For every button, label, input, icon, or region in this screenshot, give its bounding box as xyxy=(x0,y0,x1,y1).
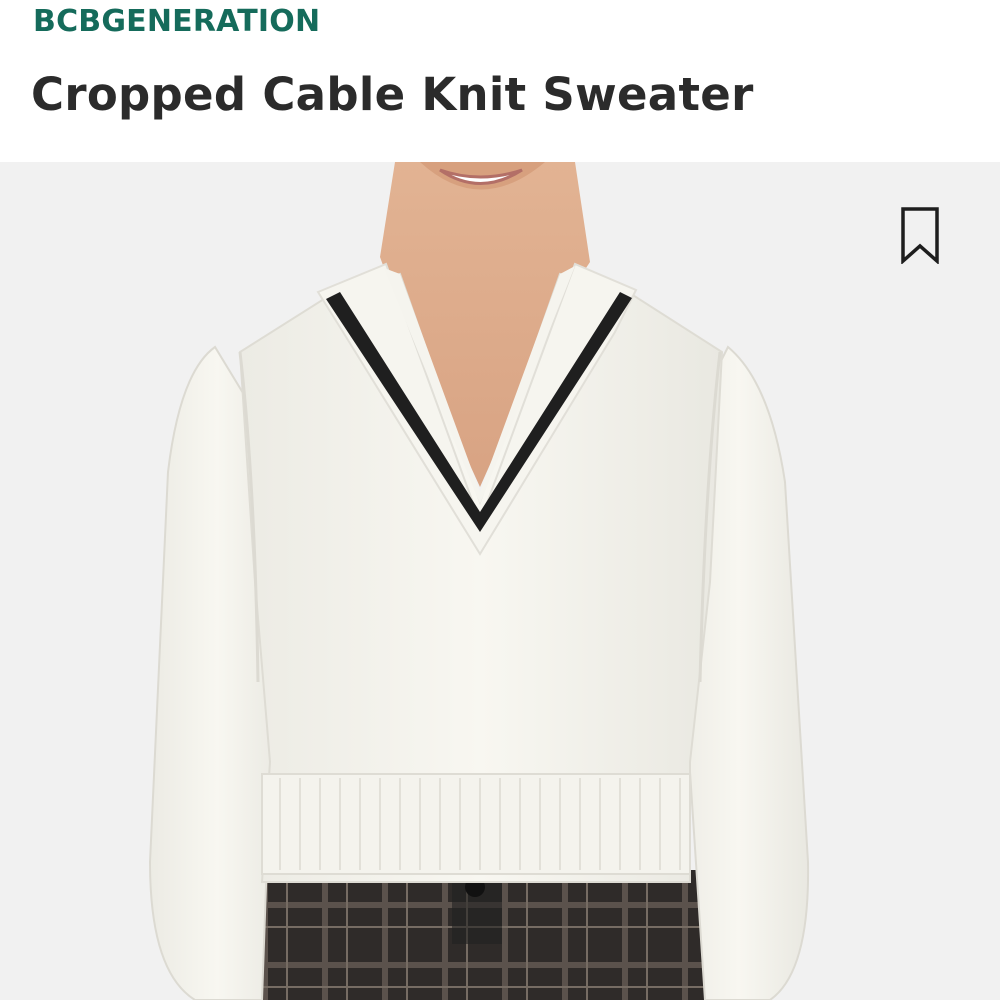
sweater-photo xyxy=(148,162,810,1000)
product-title: Cropped Cable Knit Sweater xyxy=(31,68,754,121)
product-header: BCBGENERATION Cropped Cable Knit Sweater xyxy=(0,0,1000,162)
product-image[interactable] xyxy=(0,162,1000,1000)
bookmark-icon xyxy=(901,207,939,265)
brand-name[interactable]: BCBGENERATION xyxy=(33,4,320,39)
ribbed-hem xyxy=(261,773,691,875)
bookmark-button[interactable] xyxy=(896,206,944,265)
